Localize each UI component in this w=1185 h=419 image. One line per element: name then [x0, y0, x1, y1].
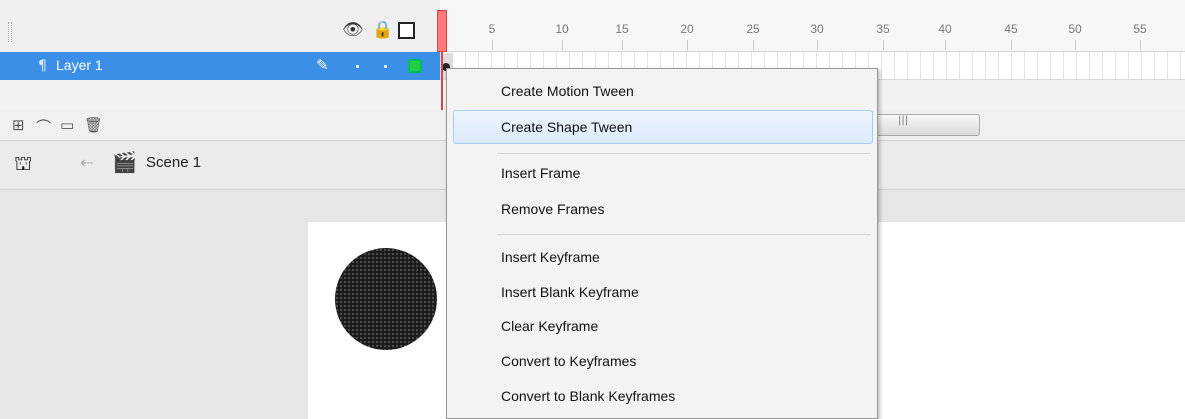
ruler-tick-line — [622, 40, 623, 50]
ruler-tick: 10 — [555, 22, 569, 36]
ruler-tick-line — [945, 40, 946, 50]
ruler-tick: 40 — [938, 22, 952, 36]
new-folder-icon[interactable]: ▭ — [60, 116, 74, 134]
ruler-tick: 25 — [746, 22, 760, 36]
menu-insert-keyframe[interactable]: Insert Keyframe — [453, 240, 873, 274]
menu-create-shape-tween[interactable]: Create Shape Tween — [453, 110, 873, 144]
ruler-tick-line — [1011, 40, 1012, 50]
ruler-tick-line — [1140, 40, 1141, 50]
panel-grip[interactable] — [8, 22, 12, 42]
ruler-tick-line — [687, 40, 688, 50]
playhead[interactable] — [437, 10, 447, 52]
menu-create-motion-tween[interactable]: Create Motion Tween — [453, 74, 873, 108]
ruler-tick: 55 — [1133, 22, 1147, 36]
pencil-icon: ✎ — [316, 56, 329, 74]
context-menu: Create Motion Tween Create Shape Tween I… — [446, 68, 878, 419]
ruler-tick: 50 — [1068, 22, 1082, 36]
playhead-line — [441, 52, 443, 110]
ruler-tick-line — [1075, 40, 1076, 50]
frame-ruler[interactable]: 5 10 15 20 25 30 35 40 45 50 55 — [440, 0, 1185, 52]
ruler-tick: 35 — [876, 22, 890, 36]
layer-row[interactable]: ¶ Layer 1 ✎ — [0, 52, 440, 80]
menu-remove-frames[interactable]: Remove Frames — [453, 192, 873, 226]
back-arrow-icon[interactable]: ⇠ — [80, 153, 93, 172]
layer-tools-bar: ⊞ ⌒ ▭ 🗑 — [0, 110, 440, 140]
layer-icon: ¶ — [38, 58, 47, 74]
new-layer-icon[interactable]: ⊞ — [12, 116, 25, 134]
delete-layer-icon[interactable]: 🗑 — [84, 116, 103, 134]
menu-insert-blank-keyframe[interactable]: Insert Blank Keyframe — [453, 275, 873, 309]
ruler-tick-line — [492, 40, 493, 50]
menu-insert-frame[interactable]: Insert Frame — [453, 156, 873, 190]
ruler-tick: 45 — [1004, 22, 1018, 36]
scene-label[interactable]: Scene 1 — [146, 154, 201, 171]
menu-separator — [497, 153, 871, 154]
ruler-tick: 5 — [488, 22, 496, 36]
layer-outline-color[interactable] — [408, 59, 422, 73]
circle-shape[interactable] — [335, 248, 437, 350]
ruler-tick: 20 — [680, 22, 694, 36]
ruler-tick: 30 — [810, 22, 824, 36]
menu-clear-keyframe[interactable]: Clear Keyframe — [453, 309, 873, 343]
menu-convert-to-keyframes[interactable]: Convert to Keyframes — [453, 344, 873, 378]
ruler-tick-line — [753, 40, 754, 50]
motion-guide-icon[interactable]: ⌒ — [36, 116, 51, 137]
lock-icon[interactable]: 🔒 — [372, 22, 393, 39]
scrollbar-grip: ||| — [898, 115, 909, 126]
menu-separator — [497, 234, 871, 235]
visibility-toggle[interactable] — [356, 65, 359, 68]
ruler-tick-line — [883, 40, 884, 50]
ruler-tick-line — [562, 40, 563, 50]
layers-header: 👁 🔒 — [0, 0, 440, 52]
eye-icon[interactable]: 👁 — [342, 22, 364, 39]
horizontal-scrollbar-thumb[interactable] — [870, 114, 980, 136]
ruler-tick: 15 — [615, 22, 629, 36]
outline-square-icon[interactable] — [398, 22, 415, 39]
ruler-tick-line — [817, 40, 818, 50]
stage-icon[interactable]: ⛫ — [14, 151, 32, 178]
menu-convert-to-blank-keyframes[interactable]: Convert to Blank Keyframes — [453, 379, 873, 413]
layer-name[interactable]: Layer 1 — [56, 57, 103, 73]
lock-toggle[interactable] — [384, 65, 387, 68]
scene-icon: 🎬 — [112, 150, 137, 174]
